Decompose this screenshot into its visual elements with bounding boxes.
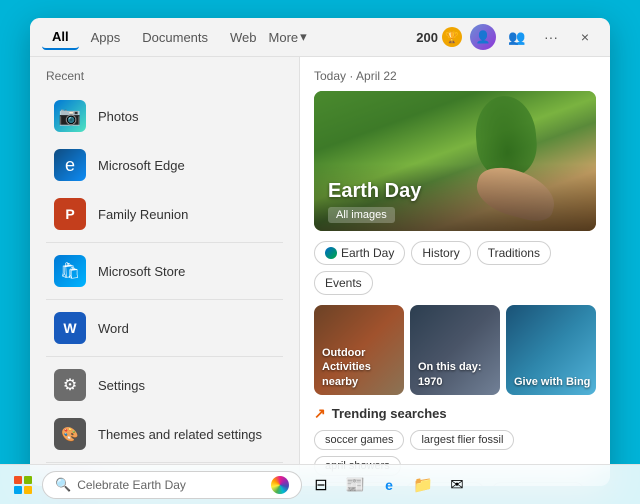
photos-icon: 📷 [54,100,86,132]
app-item-store[interactable]: 🛍 Microsoft Store [38,247,291,295]
tab-documents[interactable]: Documents [132,26,218,49]
divider-3 [46,356,283,357]
chevron-down-icon: ▾ [300,29,307,45]
category-events[interactable]: Events [314,271,373,295]
score-display: 200 🏆 [416,27,462,47]
more-options-icon[interactable]: ··· [538,24,564,50]
cards-row: Outdoor Activities nearby On this day: 1… [314,305,596,395]
date-label: Today · April 22 [314,69,596,83]
card-outdoor-label: Outdoor Activities nearby [322,346,404,389]
app-name-photos: Photos [98,109,138,124]
app-item-themes[interactable]: 🎨 Themes and related settings [38,410,291,458]
settings-icon: ⚙ [54,369,86,401]
trend-fossil[interactable]: largest flier fossil [410,430,514,450]
trending-icon: ↗ [314,405,326,422]
mail-icon[interactable]: ✉ [442,470,472,500]
card-history[interactable]: On this day: 1970 [410,305,500,395]
app-item-edge[interactable]: e Microsoft Edge [38,141,291,189]
tab-all[interactable]: All [42,25,79,50]
tab-more[interactable]: More ▾ [269,29,307,45]
app-item-word[interactable]: W Word [38,304,291,352]
search-window: All Apps Documents Web More ▾ 200 🏆 👤 👥 … [30,18,610,486]
themes-icon: 🎨 [54,418,86,450]
taskview-icon[interactable]: ⊟ [306,470,336,500]
search-text: Celebrate Earth Day [77,478,186,492]
category-earth-day[interactable]: Earth Day [314,241,405,265]
app-name-word: Word [98,321,129,336]
widgets-icon[interactable]: 📰 [340,470,370,500]
app-name-family-reunion: Family Reunion [98,207,188,222]
ppt-icon: P [54,198,86,230]
app-name-store: Microsoft Store [98,264,185,279]
windows-logo [14,476,32,494]
hero-image[interactable]: Earth Day All images [314,91,596,231]
windows-button[interactable] [8,470,38,500]
divider-1 [46,242,283,243]
hero-badge: All images [328,207,395,223]
card-history-label: On this day: 1970 [418,360,500,389]
close-button[interactable]: × [572,24,598,50]
score-value: 200 [416,30,438,45]
trending-header: ↗ Trending searches [314,405,596,422]
tab-web[interactable]: Web [220,26,267,49]
bing-colorful-icon [271,476,289,494]
trend-soccer[interactable]: soccer games [314,430,404,450]
trending-label: Trending searches [332,406,447,421]
hero-title: Earth Day [328,180,582,203]
tab-bar: All Apps Documents Web More ▾ [42,25,412,50]
app-item-settings[interactable]: ⚙ Settings [38,361,291,409]
edge-icon: e [54,149,86,181]
divider-4 [46,462,283,463]
recent-label: Recent [30,69,299,91]
category-history[interactable]: History [411,241,470,265]
divider-2 [46,299,283,300]
taskbar: 🔍 Celebrate Earth Day ⊟ 📰 e 📁 ✉ [0,464,640,504]
app-name-edge: Microsoft Edge [98,158,185,173]
titlebar: All Apps Documents Web More ▾ 200 🏆 👤 👥 … [30,18,610,57]
titlebar-controls: 200 🏆 👤 👥 ··· × [416,24,598,50]
app-item-family-reunion[interactable]: P Family Reunion [38,190,291,238]
app-name-settings: Settings [98,378,145,393]
explorer-icon[interactable]: 📁 [408,470,438,500]
card-bing[interactable]: Give with Bing [506,305,596,395]
app-name-themes: Themes and related settings [98,427,262,442]
tab-apps[interactable]: Apps [81,26,131,49]
card-bing-label: Give with Bing [514,375,590,389]
globe-icon [325,247,337,259]
right-panel: Today · April 22 Earth Day All images Ea… [300,57,610,486]
app-item-photos[interactable]: 📷 Photos [38,92,291,140]
category-row: Earth Day History Traditions Events [314,241,596,295]
store-icon: 🛍 [54,255,86,287]
word-icon: W [54,312,86,344]
person-icon[interactable]: 👥 [504,24,530,50]
taskbar-search[interactable]: 🔍 Celebrate Earth Day [42,471,302,499]
left-panel: Recent 📷 Photos e Microsoft Edge P Famil… [30,57,300,486]
avatar[interactable]: 👤 [470,24,496,50]
card-outdoor[interactable]: Outdoor Activities nearby [314,305,404,395]
trophy-icon: 🏆 [442,27,462,47]
main-content: Recent 📷 Photos e Microsoft Edge P Famil… [30,57,610,486]
edge-taskbar-icon[interactable]: e [374,470,404,500]
hero-overlay: Earth Day All images [314,164,596,231]
category-traditions[interactable]: Traditions [477,241,551,265]
search-icon: 🔍 [55,477,71,493]
